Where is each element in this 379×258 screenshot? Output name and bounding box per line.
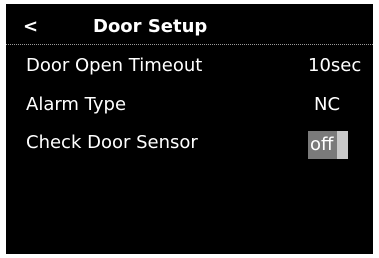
page-title: Door Setup [93, 16, 208, 37]
device-screen: < Door Setup Door Open Timeout 10sec Ala… [6, 4, 373, 254]
setting-value: 10sec [308, 55, 362, 76]
setting-row-check-door-sensor[interactable]: Check Door Sensor off [6, 128, 373, 159]
sensor-value-editor[interactable]: off [308, 131, 348, 159]
back-icon[interactable]: < [23, 17, 38, 37]
setting-label: Door Open Timeout [26, 55, 203, 76]
setting-value: off [310, 134, 334, 155]
text-cursor [337, 131, 348, 159]
header-bar: < Door Setup [6, 4, 373, 45]
setting-label: Check Door Sensor [26, 132, 198, 153]
setting-row-door-open-timeout[interactable]: Door Open Timeout 10sec [6, 51, 373, 81]
setting-label: Alarm Type [26, 94, 127, 115]
setting-row-alarm-type[interactable]: Alarm Type NC [6, 90, 373, 120]
setting-value: NC [314, 94, 341, 115]
